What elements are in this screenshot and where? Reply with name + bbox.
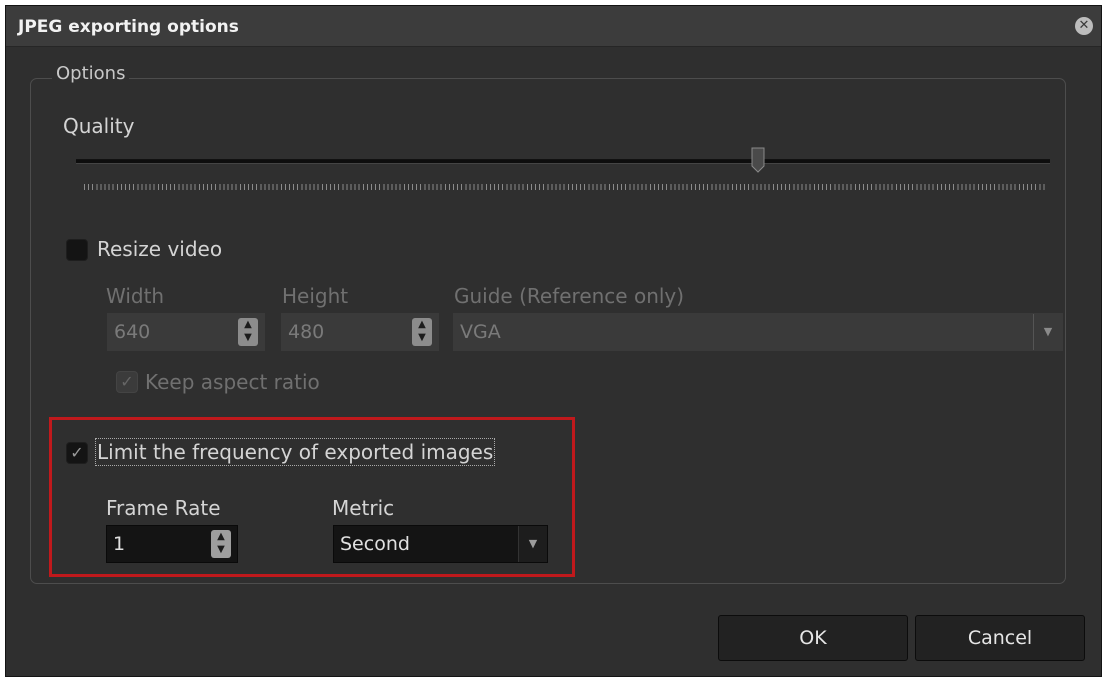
spin-arrows-icon[interactable]: ▲ ▼: [238, 318, 258, 346]
resize-video-checkbox[interactable]: [66, 239, 88, 261]
keep-aspect-label: Keep aspect ratio: [145, 370, 320, 394]
limit-frequency-checkbox[interactable]: ✓: [66, 442, 88, 464]
options-legend: Options: [52, 63, 130, 84]
title-bar: JPEG exporting options ✕: [6, 6, 1101, 47]
metric-label: Metric: [332, 496, 395, 520]
guide-select[interactable]: VGA ▼: [453, 313, 1063, 351]
width-label: Width: [106, 284, 165, 308]
quality-slider-thumb[interactable]: [751, 147, 765, 173]
chevron-down-icon[interactable]: ▼: [518, 526, 547, 562]
close-icon[interactable]: ✕: [1075, 17, 1093, 35]
metric-select[interactable]: Second ▼: [333, 525, 548, 563]
quality-slider-track[interactable]: [76, 159, 1050, 164]
quality-slider-ticks: [84, 184, 1046, 190]
chevron-down-icon[interactable]: ▼: [1033, 314, 1062, 350]
height-label: Height: [282, 284, 349, 308]
spin-arrows-icon[interactable]: ▲ ▼: [211, 530, 231, 558]
height-value: 480: [288, 321, 325, 343]
width-value: 640: [114, 321, 151, 343]
spin-arrows-icon[interactable]: ▲ ▼: [412, 318, 432, 346]
cancel-button[interactable]: Cancel: [915, 615, 1085, 661]
metric-value: Second: [340, 533, 410, 555]
width-spinbox[interactable]: 640 ▲ ▼: [107, 313, 265, 351]
resize-video-label: Resize video: [97, 237, 223, 261]
check-icon: ✓: [70, 443, 84, 462]
keep-aspect-checkbox[interactable]: ✓: [116, 371, 138, 393]
height-spinbox[interactable]: 480 ▲ ▼: [281, 313, 439, 351]
quality-label: Quality: [63, 114, 135, 138]
frame-rate-label: Frame Rate: [106, 496, 221, 520]
frame-rate-value: 1: [113, 533, 126, 555]
guide-label: Guide (Reference only): [454, 284, 685, 308]
ok-button[interactable]: OK: [718, 615, 908, 661]
guide-value: VGA: [460, 321, 501, 343]
limit-frequency-label[interactable]: Limit the frequency of exported images: [94, 438, 496, 466]
dialog-title: JPEG exporting options: [18, 17, 239, 37]
frame-rate-spinbox[interactable]: 1 ▲ ▼: [106, 525, 238, 563]
